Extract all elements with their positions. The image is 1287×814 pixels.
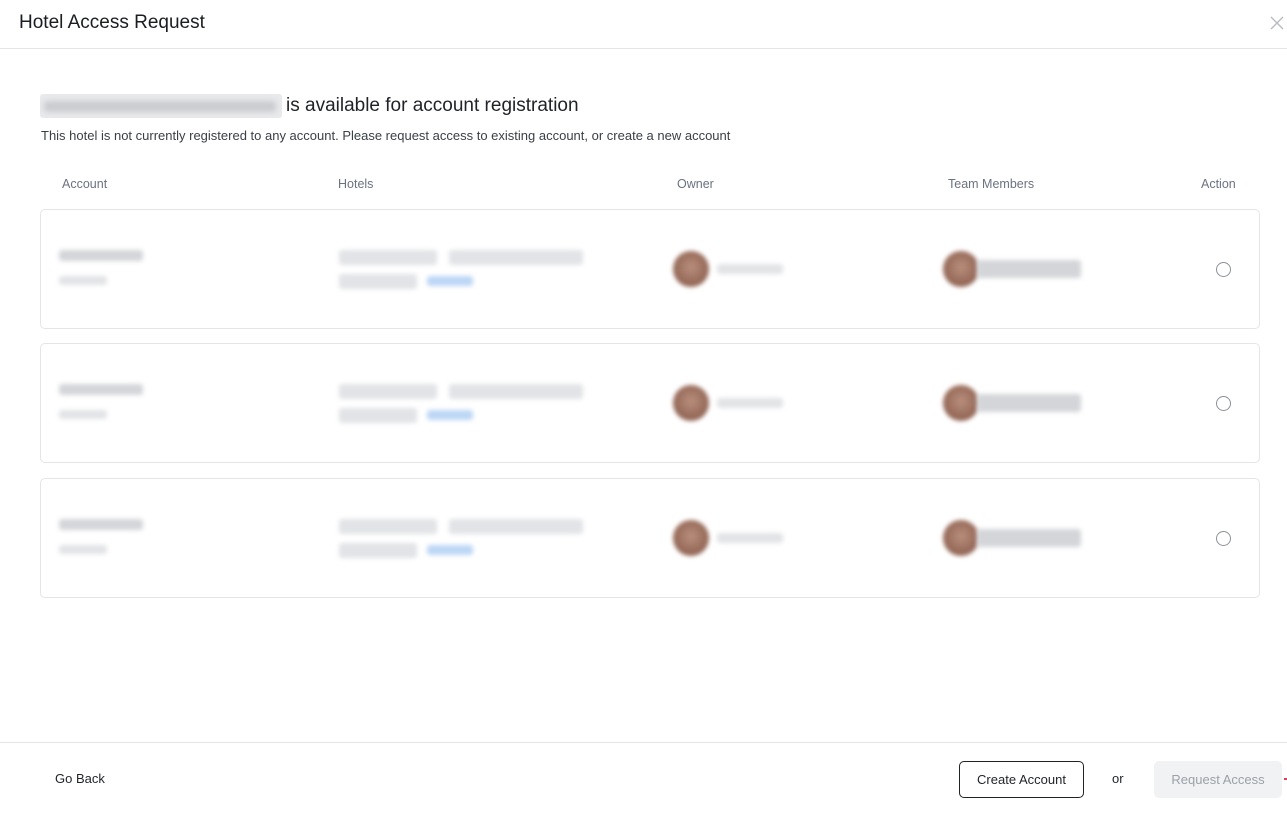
account-row[interactable] [40,343,1260,463]
account-meta-redacted [59,545,107,554]
account-meta-redacted [59,410,107,419]
create-account-button[interactable]: Create Account [959,761,1084,798]
team-members-redacted [977,394,1081,412]
more-hotels-link-redacted[interactable] [427,545,473,555]
owner-name-redacted [717,533,783,543]
hotel-name-redacted [40,94,282,118]
column-header-action: Action [1201,177,1236,191]
account-name-redacted [59,519,143,530]
hotel-chip-redacted [339,250,437,265]
hotel-chip-redacted [339,274,417,289]
team-member-avatar [943,251,979,287]
more-hotels-link-redacted[interactable] [427,410,473,420]
hotel-chip-redacted [339,543,417,558]
column-header-hotels: Hotels [338,177,374,191]
intro-subtext: This hotel is not currently registered t… [41,128,731,143]
select-account-radio[interactable] [1216,262,1231,277]
team-member-avatar [943,385,979,421]
hotel-chip-redacted [449,384,583,399]
owner-avatar [673,520,709,556]
availability-headline: is available for account registration [40,93,579,119]
dialog-footer: Go Back Create Account or Request Access [0,742,1287,814]
column-header-owner: Owner [677,177,714,191]
or-separator: or [1112,771,1124,786]
account-row[interactable] [40,478,1260,598]
request-access-button[interactable]: Request Access [1154,761,1282,798]
team-members-redacted [977,529,1081,547]
go-back-button[interactable]: Go Back [55,771,105,786]
column-header-account: Account [62,177,108,191]
hotel-chip-redacted [449,519,583,534]
hotel-chip-redacted [339,408,417,423]
select-account-radio[interactable] [1216,531,1231,546]
hotel-chip-redacted [339,519,437,534]
headline-suffix: is available for account registration [286,95,579,116]
team-member-avatar [943,520,979,556]
account-name-redacted [59,250,143,261]
close-icon[interactable] [1269,15,1287,33]
owner-name-redacted [717,398,783,408]
team-members-redacted [977,260,1081,278]
owner-avatar [673,385,709,421]
column-header-team-members: Team Members [948,177,1035,191]
dialog-header: Hotel Access Request [0,0,1287,49]
more-hotels-link-redacted[interactable] [427,276,473,286]
account-row[interactable] [40,209,1260,329]
dialog-title: Hotel Access Request [19,12,205,33]
hotel-chip-redacted [449,250,583,265]
owner-name-redacted [717,264,783,274]
select-account-radio[interactable] [1216,396,1231,411]
account-name-redacted [59,384,143,395]
owner-avatar [673,251,709,287]
hotel-chip-redacted [339,384,437,399]
account-meta-redacted [59,276,107,285]
